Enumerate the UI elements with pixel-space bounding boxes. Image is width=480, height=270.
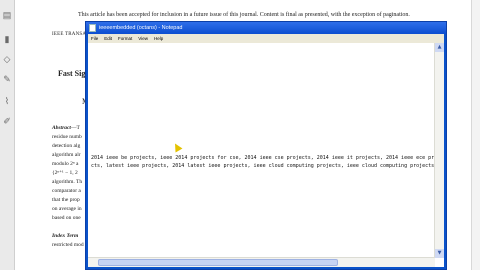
body-line: based on one	[52, 215, 81, 221]
body-line: comparator a	[52, 188, 81, 194]
index-terms-line: Index Term	[52, 233, 78, 240]
menu-format[interactable]: Format	[118, 34, 132, 43]
paper-title-fragment: Fast Sig	[58, 69, 86, 78]
window-title: ieeeembedded (octans) - Notepad	[99, 25, 183, 31]
body-line: algorithm. Th	[52, 179, 83, 185]
menu-view[interactable]: View	[138, 34, 148, 43]
body-line: on average in	[52, 206, 82, 212]
bookmark-icon[interactable]: ▮	[2, 34, 12, 44]
index-terms-label: Index Term	[52, 233, 79, 239]
abstract-label: Abstract	[52, 125, 71, 131]
body-line: {2ⁿ⁺¹ − 1, 2	[52, 170, 78, 176]
scroll-up-icon[interactable]: ▲	[435, 43, 444, 52]
acceptance-notice: This article has been accepted for inclu…	[78, 12, 410, 18]
menu-bar: File Edit Format View Help	[88, 34, 444, 43]
menu-edit[interactable]: Edit	[104, 34, 112, 43]
comment-icon[interactable]: ✐	[2, 116, 12, 126]
text-editor-area[interactable]: 2014 ieee be projects, ieee 2014 project…	[88, 43, 444, 267]
menu-file[interactable]: File	[91, 34, 98, 43]
horizontal-scroll-thumb[interactable]	[98, 259, 338, 266]
menu-help[interactable]: Help	[154, 34, 163, 43]
vertical-scrollbar[interactable]: ▲ ▼	[434, 43, 444, 258]
notepad-icon	[89, 24, 96, 32]
body-line: that the prop	[52, 197, 80, 203]
reader-scrollbar[interactable]	[471, 0, 480, 270]
pages-icon[interactable]: ▤	[2, 10, 12, 20]
abstract-line: Abstract—T	[52, 125, 80, 132]
body-line: algorithm alr	[52, 152, 81, 158]
body-line: modulo 2ⁿ a	[52, 161, 79, 167]
layers-icon[interactable]: ◇	[2, 54, 12, 64]
horizontal-scrollbar[interactable]	[88, 257, 435, 267]
editor-content[interactable]: 2014 ieee be projects, ieee 2014 project…	[91, 154, 444, 170]
notepad-window: ieeeembedded (octans) - Notepad File Edi…	[85, 21, 447, 270]
body-line: residue numb	[52, 134, 82, 140]
attachment-icon[interactable]: ⌇	[2, 96, 12, 106]
content-line-2: cts, latest ieee projects, 2014 latest i…	[91, 163, 435, 169]
content-line-1: 2014 ieee be projects, ieee 2014 project…	[91, 155, 444, 161]
signature-icon[interactable]: ✎	[2, 74, 12, 84]
body-line: detection alg	[52, 143, 81, 149]
reader-side-toolbar: ▤ ▮ ◇ ✎ ⌇ ✐	[0, 0, 15, 270]
running-header: IEEE TRANSA	[52, 32, 87, 37]
body-line: restricted mod	[52, 242, 84, 248]
notepad-title-bar[interactable]: ieeeembedded (octans) - Notepad	[86, 22, 446, 34]
scroll-down-icon[interactable]: ▼	[435, 249, 444, 258]
abstract-text: —T	[70, 125, 80, 131]
